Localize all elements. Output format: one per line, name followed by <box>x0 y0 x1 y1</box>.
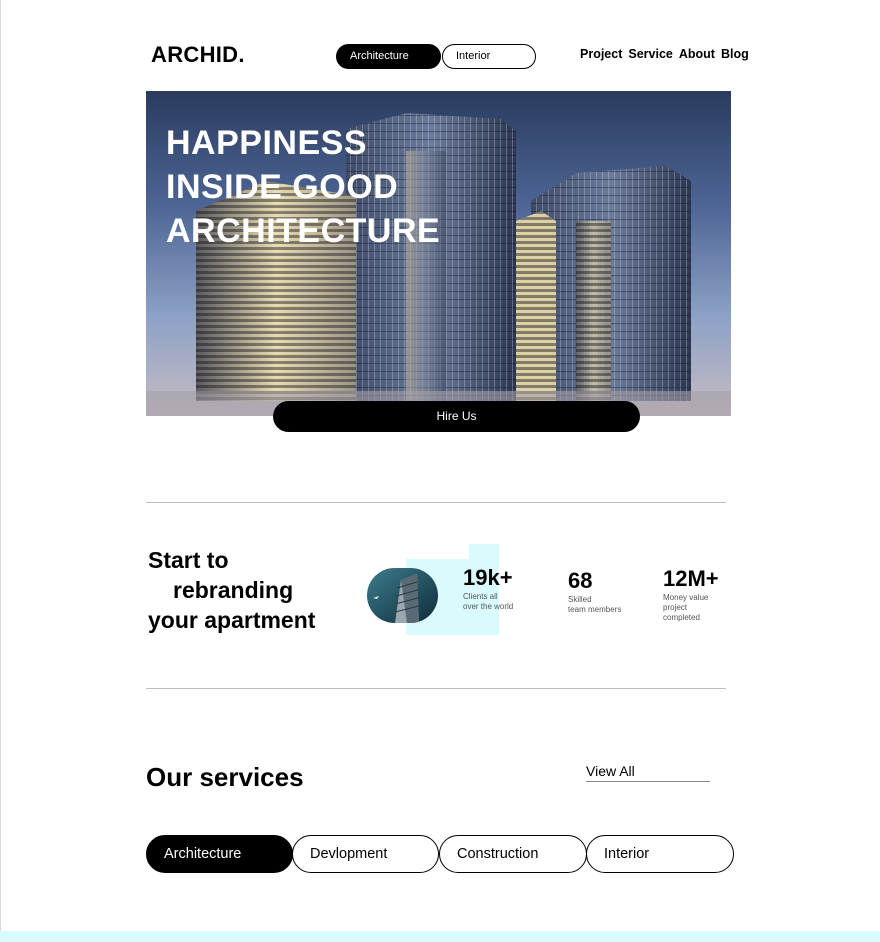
divider-bottom <box>146 688 726 689</box>
stat-value-money: 12M+ <box>663 566 719 591</box>
stat-desc-team: Skilled team members <box>568 595 621 615</box>
hire-us-button[interactable]: Hire Us <box>273 401 640 432</box>
view-all-link[interactable]: View All <box>586 763 710 782</box>
stat-value-team: 68 <box>568 568 593 593</box>
stat-desc-line: completed <box>663 613 700 622</box>
stat-desc-line: Clients all <box>463 592 498 601</box>
service-tab-interior[interactable]: Interior <box>586 835 734 873</box>
stats-headline: Start to rebranding your apartment <box>148 545 315 635</box>
nav-about[interactable]: About <box>679 47 715 61</box>
stat-desc-line: project <box>663 603 688 612</box>
hero-title: HAPPINESS INSIDE GOOD ARCHITECTURE <box>166 121 440 253</box>
stats-headline-line: rebranding <box>173 577 294 603</box>
toggle-architecture[interactable]: Architecture <box>336 44 441 69</box>
stats-accent-block <box>469 544 499 564</box>
services-title: Our services <box>146 762 304 792</box>
footer-accent-strip <box>0 931 880 942</box>
service-tab-development[interactable]: Devlopment <box>292 835 439 873</box>
hero-title-line: ARCHITECTURE <box>166 212 441 250</box>
stat-desc-money: Money value project completed <box>663 593 708 623</box>
toggle-interior[interactable]: Interior <box>442 44 536 69</box>
stats-headline-line: your apartment <box>148 607 316 633</box>
stats-building-photo <box>367 568 438 623</box>
service-tab-construction[interactable]: Construction <box>439 835 587 873</box>
stat-desc-clients: Clients all over the world <box>463 592 513 612</box>
hero-title-line: INSIDE GOOD <box>166 168 399 206</box>
main-nav: Project Service About Blog <box>580 47 749 61</box>
service-tab-architecture[interactable]: Architecture <box>146 835 293 873</box>
page-border <box>0 0 1 942</box>
hero-banner: HAPPINESS INSIDE GOOD ARCHITECTURE <box>146 91 731 416</box>
nav-service[interactable]: Service <box>628 47 672 61</box>
divider-top <box>146 502 726 503</box>
stats-headline-line: Start to <box>148 547 229 573</box>
stat-desc-line: team members <box>568 605 622 614</box>
nav-blog[interactable]: Blog <box>721 47 749 61</box>
hero-title-line: HAPPINESS <box>166 124 367 162</box>
stat-desc-line: Skilled <box>568 595 592 604</box>
stat-desc-line: Money value <box>663 593 709 602</box>
stat-desc-line: over the world <box>463 602 514 611</box>
logo[interactable]: ARCHID. <box>151 42 245 68</box>
nav-project[interactable]: Project <box>580 47 622 61</box>
stat-value-clients: 19k+ <box>463 565 513 590</box>
